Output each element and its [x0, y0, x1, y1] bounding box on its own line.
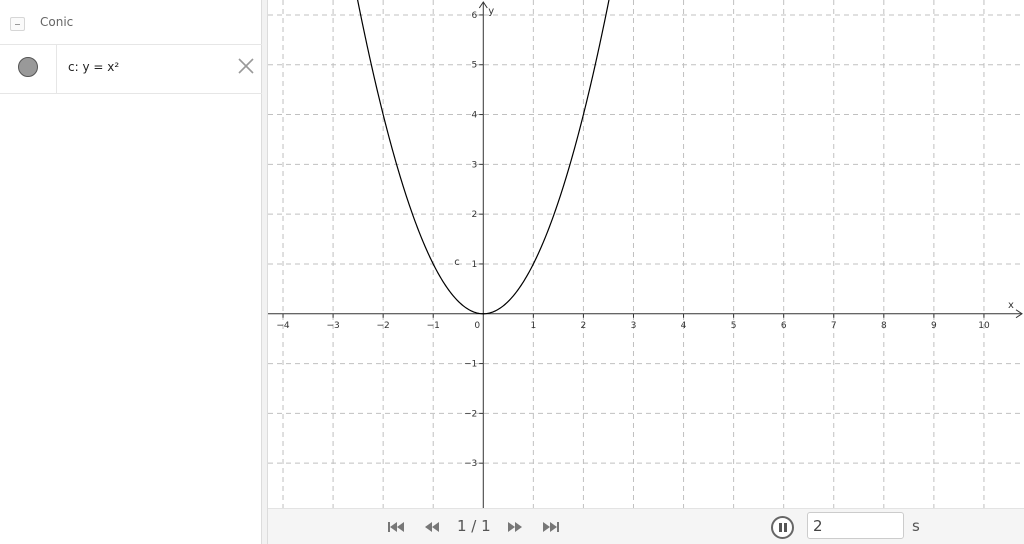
x-tick-label: 1 — [530, 321, 536, 331]
group-label: Conic — [40, 15, 74, 29]
x-tick-label: 6 — [781, 321, 787, 331]
slide-duration-input[interactable] — [807, 512, 904, 539]
slide-playbar: 1 / 1 s — [268, 508, 1024, 544]
close-icon[interactable] — [236, 56, 256, 76]
algebra-view: Conic c: y = x² — [0, 0, 262, 544]
x-tick-label: −4 — [276, 321, 290, 331]
y-tick-label: −1 — [464, 360, 477, 370]
y-tick-label: −2 — [464, 409, 477, 419]
last-slide-icon[interactable] — [541, 518, 561, 536]
x-tick-label: 4 — [681, 321, 687, 331]
y-tick-label: 2 — [472, 210, 478, 220]
collapse-group-button[interactable] — [10, 17, 25, 31]
x-tick-label: 2 — [581, 321, 587, 331]
algebra-item[interactable]: c: y = x² — [0, 45, 262, 94]
x-tick-label: 7 — [831, 321, 837, 331]
y-tick-label: 1 — [472, 260, 478, 270]
algebra-group-header: Conic — [0, 0, 262, 45]
y-tick-label: 4 — [472, 111, 478, 121]
y-tick-label: 5 — [472, 61, 478, 71]
next-slide-icon[interactable] — [505, 518, 525, 536]
visibility-marble-icon[interactable] — [18, 57, 38, 77]
x-tick-label: 5 — [731, 321, 737, 331]
y-tick-label: 3 — [472, 160, 478, 170]
x-tick-label: 9 — [931, 321, 937, 331]
pause-button[interactable] — [771, 516, 794, 539]
curve-label: c — [454, 257, 460, 268]
graphics-view[interactable]: −4 −3 −2 −1 0 1 2 3 4 5 6 7 8 9 10 −3 −2 −1 1 2 3 4 5 6 x y c — [268, 0, 1024, 508]
time-unit-label: s — [912, 517, 920, 535]
previous-slide-icon[interactable] — [422, 518, 442, 536]
x-tick-label: 0 — [474, 321, 480, 331]
x-tick-label: −3 — [326, 321, 339, 331]
x-tick-label: −1 — [427, 321, 440, 331]
algebra-definition[interactable]: c: y = x² — [68, 60, 119, 74]
y-axis-label: y — [488, 6, 494, 17]
x-tick-label: 10 — [978, 321, 990, 331]
y-tick-label: 6 — [472, 11, 478, 21]
visibility-toggle-cell[interactable] — [0, 45, 57, 93]
slide-counter: 1 / 1 — [457, 517, 491, 535]
x-tick-label: 8 — [881, 321, 887, 331]
first-slide-icon[interactable] — [386, 518, 406, 536]
x-tick-label: −2 — [377, 321, 390, 331]
x-axis-label: x — [1008, 300, 1014, 311]
y-tick-label: −3 — [464, 459, 477, 469]
x-tick-label: 3 — [631, 321, 637, 331]
graphics-canvas[interactable]: −4 −3 −2 −1 0 1 2 3 4 5 6 7 8 9 10 −3 −2 −1 1 2 3 4 5 6 x y c — [268, 0, 1024, 508]
